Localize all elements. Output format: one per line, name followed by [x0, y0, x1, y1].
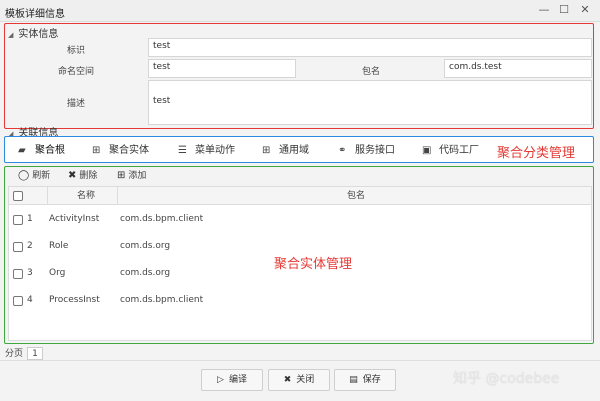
- tab-label: 代码工厂: [439, 145, 479, 156]
- pager: 分页 1: [5, 346, 44, 360]
- entity-section-title: 实体信息: [18, 29, 59, 40]
- row-index: 3: [27, 268, 33, 278]
- close-icon[interactable]: ✕: [577, 2, 593, 18]
- row-checkbox[interactable]: [13, 242, 23, 252]
- row-index: 1: [27, 214, 33, 224]
- tabs-annotation: 聚合分类管理: [497, 146, 576, 161]
- tab-common-domain[interactable]: ⊞ 通用域: [262, 144, 309, 158]
- row-name: Role: [49, 241, 69, 251]
- package-label: 包名: [361, 67, 380, 77]
- collapse-arrow-icon: ◢: [8, 31, 14, 39]
- save-icon: ▤: [349, 375, 358, 385]
- delete-icon: ✖: [68, 170, 77, 181]
- menu-icon: ☰: [178, 145, 187, 156]
- row-package: com.ds.bpm.client: [120, 214, 204, 224]
- tab-label: 菜单动作: [195, 145, 235, 156]
- row-package: com.ds.org: [120, 241, 171, 251]
- tab-label: 聚合实体: [109, 145, 149, 156]
- package-field[interactable]: com.ds.test: [444, 59, 592, 78]
- row-index: 4: [27, 295, 33, 305]
- description-label: 描述: [66, 99, 85, 109]
- select-all-checkbox[interactable]: [13, 191, 23, 201]
- row-package: com.ds.bpm.client: [120, 295, 204, 305]
- row-checkbox[interactable]: [13, 296, 23, 306]
- tab-label: 通用域: [279, 145, 309, 156]
- save-button[interactable]: ▤ 保存: [334, 369, 396, 391]
- tab-label: 服务接口: [355, 145, 395, 156]
- namespace-label: 命名空间: [57, 67, 94, 77]
- add-icon: ⊞: [117, 170, 126, 181]
- column-divider: [117, 187, 118, 205]
- close-x-icon: ✖: [283, 375, 292, 385]
- close-button[interactable]: ✖ 关闭: [268, 369, 330, 391]
- link-icon: ⚭: [338, 145, 347, 156]
- grid-icon: ⊞: [262, 145, 271, 156]
- column-header-name[interactable]: 名称: [77, 187, 95, 205]
- column-divider: [47, 187, 48, 205]
- id-label: 标识: [66, 46, 85, 56]
- entity-table: 名称 包名 1 ActivityInst com.ds.bpm.client 2…: [8, 186, 592, 341]
- minimize-icon[interactable]: —: [536, 2, 552, 18]
- compile-label: 编译: [228, 375, 247, 385]
- tab-aggregate-entity[interactable]: ⊞ 聚合实体: [92, 144, 149, 158]
- title-bar: 模板详细信息 — ☐ ✕: [0, 0, 600, 22]
- save-label: 保存: [362, 375, 381, 385]
- add-button[interactable]: ⊞ 添加: [117, 170, 146, 182]
- delete-button[interactable]: ✖ 删除: [68, 170, 97, 182]
- close-label: 关闭: [296, 375, 315, 385]
- watermark: 知乎 @codebee: [453, 371, 560, 387]
- delete-label: 删除: [79, 171, 98, 181]
- table-row[interactable]: 4 ProcessInst com.ds.bpm.client: [9, 287, 591, 314]
- row-index: 2: [27, 241, 33, 251]
- tab-label: 聚合根: [35, 145, 65, 156]
- refresh-button[interactable]: ◯ 刷新: [18, 170, 50, 182]
- footer-divider: [0, 360, 600, 361]
- row-package: com.ds.org: [120, 268, 171, 278]
- grid-icon: ⊞: [92, 145, 101, 156]
- tab-service-interface[interactable]: ⚭ 服务接口: [338, 144, 395, 158]
- compile-button[interactable]: ▷ 编译: [201, 369, 263, 391]
- row-checkbox[interactable]: [13, 215, 23, 225]
- id-field[interactable]: test: [148, 38, 592, 57]
- template-detail-window: 模板详细信息 — ☐ ✕ ◢ 实体信息 标识 test 命名空间 test 包名 …: [0, 0, 600, 401]
- table-row[interactable]: 1 ActivityInst com.ds.bpm.client: [9, 206, 591, 233]
- maximize-icon[interactable]: ☐: [556, 2, 572, 18]
- tab-aggregate-root[interactable]: ▰ 聚合根: [18, 144, 65, 158]
- row-name: ProcessInst: [49, 295, 100, 305]
- window-title: 模板详细信息: [5, 9, 65, 20]
- row-name: ActivityInst: [49, 214, 100, 224]
- entity-section-header[interactable]: ◢ 实体信息: [8, 25, 58, 40]
- page-number[interactable]: 1: [27, 347, 44, 360]
- refresh-icon: ◯: [18, 170, 30, 181]
- grid-annotation: 聚合实体管理: [274, 257, 353, 272]
- tab-menu-action[interactable]: ☰ 菜单动作: [178, 144, 235, 158]
- add-label: 添加: [128, 171, 147, 181]
- namespace-field[interactable]: test: [148, 59, 296, 78]
- table-header: 名称 包名: [9, 187, 591, 205]
- description-field[interactable]: test: [148, 80, 592, 125]
- row-checkbox[interactable]: [13, 269, 23, 279]
- tab-code-factory[interactable]: ▣ 代码工厂: [422, 144, 479, 158]
- row-name: Org: [49, 268, 66, 278]
- play-icon: ▷: [217, 375, 224, 385]
- column-header-package[interactable]: 包名: [347, 187, 365, 205]
- pager-label: 分页: [5, 349, 24, 359]
- code-factory-icon: ▣: [422, 145, 432, 156]
- aggregate-root-icon: ▰: [18, 145, 26, 156]
- refresh-label: 刷新: [32, 171, 51, 181]
